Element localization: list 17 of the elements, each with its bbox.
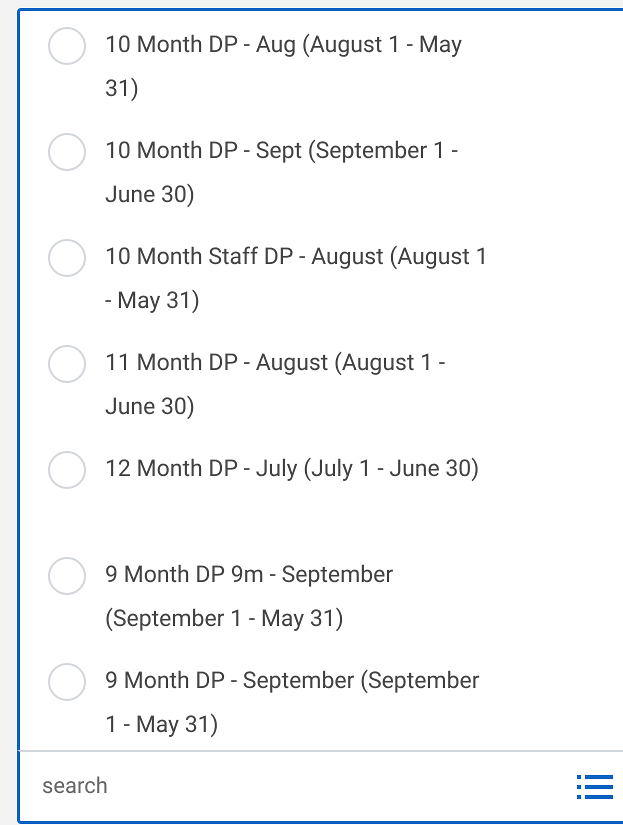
option-label: 12 Month DP - July (July 1 - June 30) — [105, 454, 480, 484]
radio-button[interactable] — [48, 345, 86, 383]
option-label: 10 Month DP - Sept (September 1 - June 30) — [105, 136, 459, 210]
radio-button[interactable] — [48, 27, 86, 65]
radio-button[interactable] — [48, 239, 86, 277]
radio-button[interactable] — [48, 451, 86, 489]
option-label: 11 Month DP - August (August 1 - June 30) — [105, 348, 446, 422]
radio-button[interactable] — [48, 133, 86, 171]
option-label: 9 Month DP - September (September 1 - May 31) — [105, 666, 481, 740]
option-label: 9 Month DP 9m - September (September 1 - May 31) — [105, 560, 394, 634]
radio-button[interactable] — [48, 663, 86, 701]
option-label: 10 Month DP - Aug (August 1 - May 31) — [105, 30, 464, 104]
radio-button[interactable] — [48, 557, 86, 595]
search-box[interactable]: search — [17, 750, 623, 824]
search-field[interactable]: search — [42, 770, 577, 803]
option-label: 10 Month Staff DP - August (August 1 - May 31) — [105, 242, 490, 316]
list-icon[interactable] — [577, 774, 613, 800]
